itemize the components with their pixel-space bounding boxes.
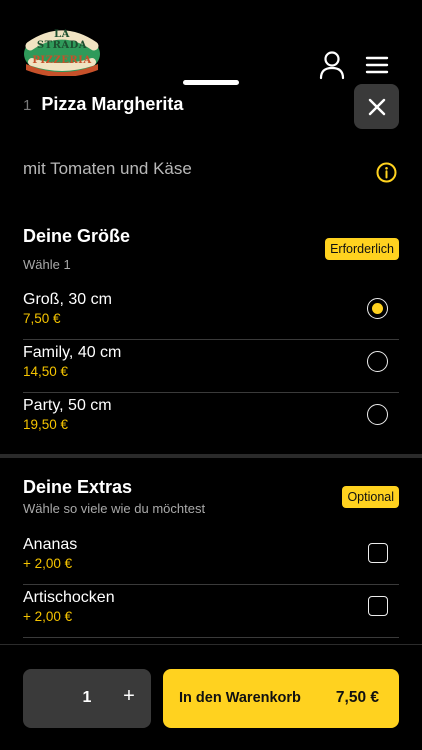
radio-selected[interactable] [367,298,388,319]
bottom-action-bar: 1 + In den Warenkorb 7,50 € [0,644,422,750]
extra-option-ananas[interactable]: Ananas + 2,00 € [23,532,399,585]
option-price: 7,50 € [23,311,61,326]
size-option-party[interactable]: Party, 50 cm 19,50 € [23,393,399,446]
sheet-drag-handle[interactable] [183,80,239,85]
add-to-cart-button[interactable]: In den Warenkorb 7,50 € [163,669,399,728]
quantity-stepper: 1 + [23,669,151,728]
size-section-title: Deine Größe [23,226,131,246]
option-name: Party, 50 cm [23,397,112,414]
extra-option-artischocken[interactable]: Artischocken + 2,00 € [23,585,399,638]
logo-text-bottom: PIZZERIA [32,55,92,66]
size-option-gross[interactable]: Groß, 30 cm 7,50 € [23,287,399,340]
checkbox-unchecked[interactable] [368,543,388,563]
restaurant-logo[interactable]: LA STRADA PIZZERIA [22,26,102,77]
option-name: Family, 40 cm [23,344,122,361]
optional-badge: Optional [342,486,399,508]
option-price: + 2,00 € [23,609,73,624]
extras-section-subtitle: Wähle so viele wie du möchtest [23,501,206,516]
quantity-plus-button[interactable]: + [119,685,139,708]
option-price: 14,50 € [23,364,69,379]
quantity-value: 1 [82,689,92,706]
top-bar: LA STRADA PIZZERIA [0,0,422,84]
option-name: Ananas [23,536,78,553]
product-header: 1 Pizza Margherita [23,94,183,115]
hamburger-menu-icon[interactable] [364,53,390,77]
add-to-cart-label: In den Warenkorb [179,690,301,706]
radio-unselected[interactable] [367,404,388,425]
option-price: + 2,00 € [23,556,73,571]
checkbox-unchecked[interactable] [368,596,388,616]
cart-total-price: 7,50 € [335,689,379,706]
section-divider [0,454,422,458]
option-price: 19,50 € [23,417,69,432]
radio-unselected[interactable] [367,351,388,372]
size-option-family[interactable]: Family, 40 cm 14,50 € [23,340,399,393]
logo-text-top: LA STRADA [36,29,88,51]
radio-dot [372,303,383,314]
close-button[interactable] [354,84,399,129]
required-badge: Erforderlich [325,238,399,260]
product-quantity-prefix: 1 [23,97,32,114]
close-icon [368,98,385,115]
user-icon[interactable] [317,50,347,80]
extras-section-title: Deine Extras [23,477,133,497]
product-description: mit Tomaten und Käse [23,159,192,178]
product-title: Pizza Margherita [41,94,184,114]
option-name: Artischocken [23,589,115,606]
info-icon[interactable] [376,162,397,183]
option-name: Groß, 30 cm [23,291,112,308]
size-section-subtitle: Wähle 1 [23,257,71,272]
